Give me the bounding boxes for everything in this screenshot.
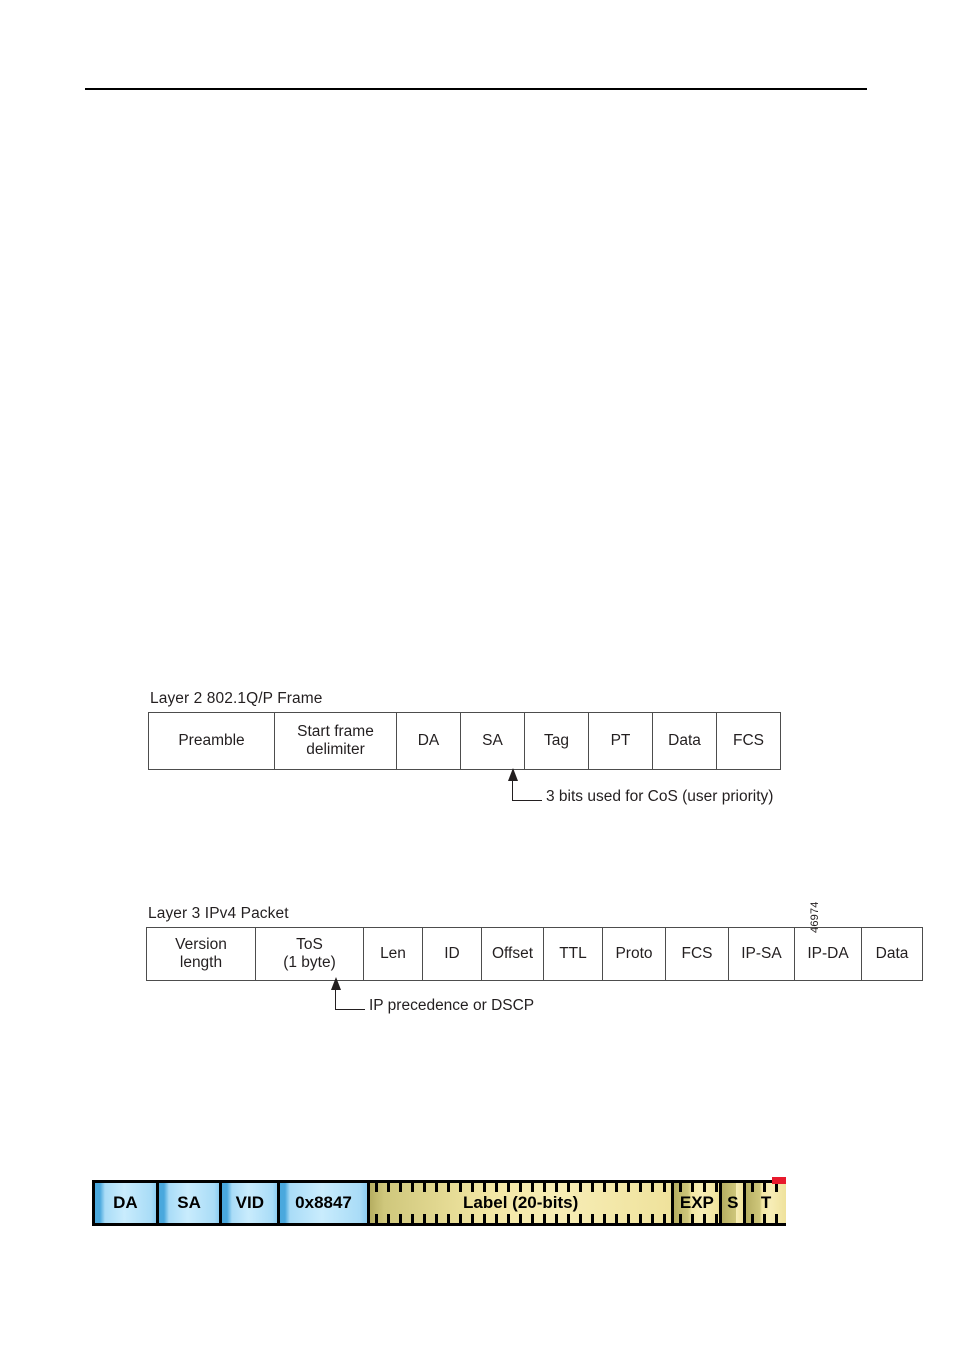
callout-leader-vertical [335,988,336,1010]
layer3-field-proto-label: Proto [615,944,653,962]
layer3-field-id-label: ID [444,944,460,962]
layer2-field-fcs-label: FCS [733,731,764,749]
layer3-field-version-length: Version length [146,927,256,981]
layer3-field-fcs-label: FCS [681,944,713,962]
layer3-field-id: ID [422,927,482,981]
layer2-field-data-label: Data [668,731,701,749]
layer2-field-sa-label: SA [482,731,503,749]
layer3-field-offset: Offset [481,927,544,981]
bit-ruler-ticks-top [370,1183,672,1192]
layer2-field-pt-label: PT [610,731,631,749]
mpls-field-s: S [722,1183,747,1223]
bit-ruler-ticks-top [746,1183,786,1192]
page-header-rule [85,88,867,90]
layer2-field-fcs: FCS [716,712,781,770]
mpls-field-exp: EXP [674,1183,723,1223]
table-row: Preamble Start frame delimiter DA SA Tag … [148,712,781,770]
callout-leader-horizontal [335,1009,365,1010]
layer2-field-pt: PT [588,712,653,770]
callout-leader-vertical [512,779,513,801]
layer3-figure-caption: Layer 3 IPv4 Packet [148,905,289,922]
layer3-field-fcs: FCS [665,927,729,981]
mpls-red-marker [772,1177,786,1184]
mpls-field-label: Label (20-bits) [369,1183,675,1223]
layer2-field-tag-label: Tag [544,731,569,749]
mpls-field-ttl-truncated: T [746,1183,786,1223]
layer3-field-version-line2: length [179,954,223,971]
layer3-field-ip-da: IP-DA [794,927,862,981]
layer3-field-version-line1: Version [175,935,227,953]
callout-arrow-up-icon [508,768,518,781]
layer2-field-table: Preamble Start frame delimiter DA SA Tag … [148,712,781,770]
layer2-field-sfd-line1: Start frame [297,722,374,740]
layer3-field-proto: Proto [602,927,666,981]
layer2-field-sa: SA [460,712,525,770]
layer3-field-len: Len [363,927,423,981]
layer3-field-tos: ToS (1 byte) [255,927,364,981]
table-row: Version length ToS (1 byte) Len ID Offset … [146,927,923,981]
mpls-field-da: DA [95,1183,159,1223]
layer2-field-start-frame-delimiter: Start frame delimiter [274,712,397,770]
mpls-frame-bar: DA SA VID 0x8847 Label (20-bits) EXP S T [92,1180,786,1226]
layer3-field-tos-line1: ToS [296,935,323,953]
layer3-field-table: Version length ToS (1 byte) Len ID Offset … [146,927,923,981]
layer3-field-len-label: Len [380,944,406,962]
mpls-field-vid-label: VID [235,1193,265,1212]
layer2-field-da-label: DA [417,731,440,749]
layer2-field-data: Data [652,712,717,770]
mpls-field-da-label: DA [113,1193,138,1212]
callout-arrow-up-icon [331,977,341,990]
layer3-packet-figure: Layer 3 IPv4 Packet Version length ToS (1 … [146,901,923,1013]
mpls-field-label-text: Label (20-bits) [463,1193,579,1212]
bit-ruler-ticks-bottom [674,1214,719,1223]
layer3-field-data-label: Data [875,944,909,962]
layer3-field-ip-sa: IP-SA [728,927,795,981]
layer3-field-ip-da-label: IP-DA [807,944,849,962]
bit-ruler-ticks-bottom [370,1214,672,1223]
layer3-field-offset-label: Offset [491,944,534,962]
layer3-field-ttl: TTL [543,927,603,981]
layer3-field-ttl-label: TTL [559,944,587,962]
bit-ruler-ticks-top [674,1183,719,1192]
callout-leader-horizontal [512,800,542,801]
layer2-frame-figure: Layer 2 802.1Q/P Frame Preamble Start fr… [148,690,781,804]
layer3-field-data: Data [861,927,923,981]
mpls-field-sa: SA [158,1183,223,1223]
figure-id-number: 46974 [809,901,821,933]
layer2-figure-caption: Layer 2 802.1Q/P Frame [150,690,323,707]
layer3-field-tos-line2: (1 byte) [283,954,336,971]
bit-ruler-ticks-bottom [746,1214,786,1223]
mpls-field-sa-label: SA [177,1193,201,1212]
mpls-field-s-label: S [727,1193,739,1212]
mpls-field-ttl-label: T [760,1193,772,1212]
mpls-field-ethertype-label: 0x8847 [295,1193,352,1212]
mpls-field-ethertype: 0x8847 [280,1183,370,1223]
layer2-field-da: DA [396,712,461,770]
layer2-field-preamble-label: Preamble [178,731,245,749]
layer2-field-sfd-line2: delimiter [306,741,365,758]
mpls-field-exp-label: EXP [679,1193,714,1212]
layer2-field-preamble: Preamble [148,712,275,770]
layer3-tos-callout-text: IP precedence or DSCP [369,997,535,1014]
mpls-field-vid: VID [222,1183,281,1223]
layer2-field-tag: Tag [524,712,589,770]
layer2-cos-callout-text: 3 bits used for CoS (user priority) [546,788,774,805]
layer3-field-ip-sa-label: IP-SA [741,944,782,962]
